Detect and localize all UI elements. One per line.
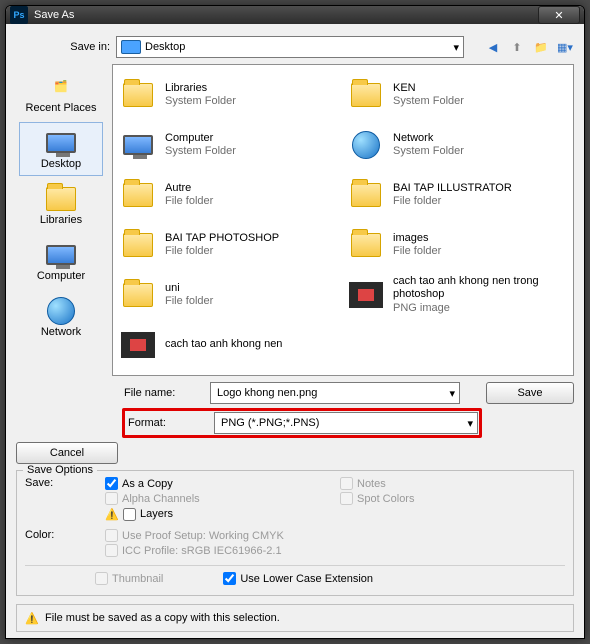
back-icon[interactable]: ◀: [484, 38, 502, 56]
save-button[interactable]: Save: [486, 382, 574, 404]
view-menu-icon[interactable]: ▦▾: [556, 38, 574, 56]
place-desktop[interactable]: Desktop: [19, 122, 103, 176]
save-in-dropdown[interactable]: Desktop ▾: [116, 36, 464, 58]
cancel-button[interactable]: Cancel: [16, 442, 118, 464]
save-in-value: Desktop: [145, 41, 185, 53]
desktop-icon: [45, 129, 77, 157]
folder-icon: [119, 76, 157, 114]
list-item[interactable]: uniFile folder: [119, 271, 339, 319]
folder-icon: [119, 276, 157, 314]
chevron-down-icon: ▾: [467, 417, 473, 430]
desktop-icon: [121, 40, 141, 54]
as-copy-checkbox[interactable]: As a Copy: [105, 477, 330, 490]
icc-profile-checkbox: ICC Profile: sRGB IEC61966-2.1: [105, 544, 565, 557]
window-title: Save As: [34, 9, 538, 21]
thumbnail-checkbox: Thumbnail: [95, 572, 163, 585]
file-name-label: File name:: [122, 387, 206, 399]
spot-colors-checkbox: Spot Colors: [340, 492, 565, 505]
place-libraries[interactable]: Libraries: [19, 178, 103, 232]
format-label: Format:: [126, 417, 210, 429]
file-list[interactable]: LibrariesSystem FolderKENSystem FolderCo…: [112, 64, 574, 376]
network-icon: [45, 297, 77, 325]
file-name-input[interactable]: Logo khong nen.png ▾: [210, 382, 460, 404]
new-folder-icon[interactable]: 📁: [532, 38, 550, 56]
format-highlight: Format: PNG (*.PNG;*.PNS) ▾: [122, 408, 482, 438]
chevron-down-icon: ▾: [453, 41, 459, 54]
chevron-down-icon: ▾: [449, 387, 455, 400]
folder-icon: [347, 176, 385, 214]
notes-checkbox: Notes: [340, 477, 565, 490]
alpha-channels-checkbox: Alpha Channels: [105, 492, 330, 505]
save-in-label: Save in:: [64, 41, 110, 53]
layers-checkbox[interactable]: ⚠️Layers: [105, 507, 330, 521]
up-icon[interactable]: ⬆: [508, 38, 526, 56]
list-item[interactable]: cach tao anh khong nen: [119, 321, 339, 369]
list-item[interactable]: NetworkSystem Folder: [347, 121, 567, 169]
save-as-dialog: Ps Save As ✕ Save in: Desktop ▾ ◀ ⬆ 📁 ▦▾…: [5, 5, 585, 639]
monitor-icon: [119, 126, 157, 164]
computer-icon: [45, 241, 77, 269]
proof-setup-checkbox: Use Proof Setup: Working CMYK: [105, 529, 565, 542]
thumb-icon: [119, 326, 157, 364]
folder-icon: [119, 226, 157, 264]
libraries-icon: [45, 185, 77, 213]
folder-icon: [347, 76, 385, 114]
lowercase-ext-checkbox[interactable]: Use Lower Case Extension: [223, 572, 373, 585]
list-item[interactable]: BAI TAP ILLUSTRATORFile folder: [347, 171, 567, 219]
list-item[interactable]: ComputerSystem Folder: [119, 121, 339, 169]
titlebar[interactable]: Ps Save As ✕: [6, 6, 584, 24]
save-options-group: Save Options Save: As a Copy Alpha Chann…: [16, 470, 574, 596]
info-message: ⚠️ File must be saved as a copy with thi…: [16, 604, 574, 632]
folder-icon: [347, 226, 385, 264]
app-icon: Ps: [10, 6, 28, 24]
globe-icon: [347, 126, 385, 164]
place-recent[interactable]: 🗂️ Recent Places: [19, 66, 103, 120]
list-item[interactable]: AutreFile folder: [119, 171, 339, 219]
place-network[interactable]: Network: [19, 290, 103, 344]
list-item[interactable]: cach tao anh khong nen trong photoshopPN…: [347, 271, 567, 319]
warning-icon: ⚠️: [105, 507, 119, 521]
list-item[interactable]: LibrariesSystem Folder: [119, 71, 339, 119]
list-item[interactable]: BAI TAP PHOTOSHOPFile folder: [119, 221, 339, 269]
list-item[interactable]: imagesFile folder: [347, 221, 567, 269]
format-dropdown[interactable]: PNG (*.PNG;*.PNS) ▾: [214, 412, 478, 434]
close-button[interactable]: ✕: [538, 6, 580, 24]
save-options-legend: Save Options: [23, 464, 97, 476]
place-computer[interactable]: Computer: [19, 234, 103, 288]
warning-icon: ⚠️: [25, 611, 39, 625]
recent-places-icon: 🗂️: [45, 73, 77, 101]
color-label: Color:: [25, 529, 95, 541]
places-bar: 🗂️ Recent Places Desktop Libraries Compu…: [16, 64, 106, 376]
list-item[interactable]: KENSystem Folder: [347, 71, 567, 119]
save-label: Save:: [25, 477, 95, 489]
folder-icon: [119, 176, 157, 214]
thumb-icon: [347, 276, 385, 314]
